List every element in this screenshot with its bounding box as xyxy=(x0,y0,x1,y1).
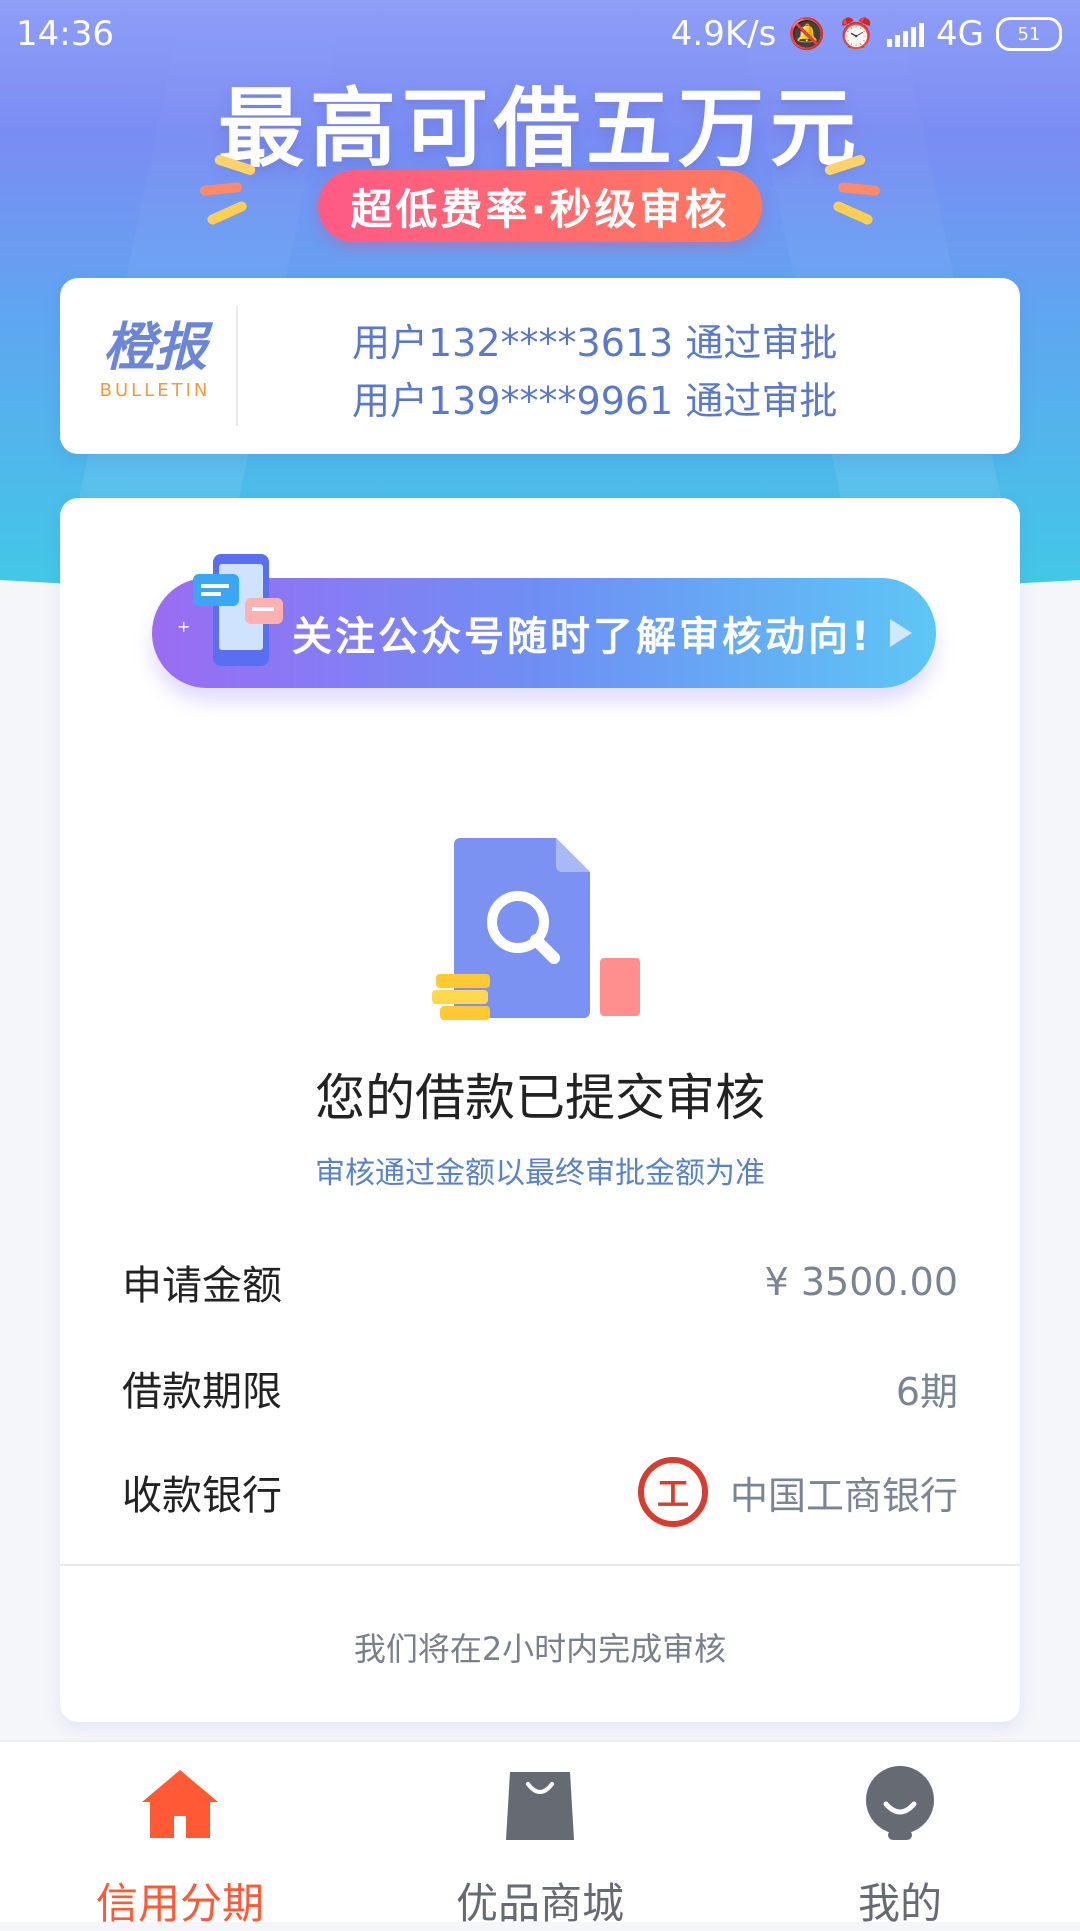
detail-row-amount: 申请金额 ¥ 3500.00 xyxy=(122,1252,958,1312)
svg-text:+: + xyxy=(177,617,190,636)
term-label: 借款期限 xyxy=(122,1369,282,1415)
amount-value: ¥ 3500.00 xyxy=(764,1260,958,1304)
alarm-icon: ⏰ xyxy=(837,16,876,52)
bulletin-line: 用户132****3613 通过审批 xyxy=(352,321,838,365)
status-title: 您的借款已提交审核 xyxy=(315,1069,765,1127)
bank-name: 中国工商银行 xyxy=(729,1473,958,1518)
amount-label: 申请金额 xyxy=(122,1263,282,1309)
follow-banner-text: 关注公众号随时了解审核动向! xyxy=(292,614,873,660)
document-search-icon xyxy=(432,838,640,1020)
tab-mine[interactable]: 我的 xyxy=(720,1742,1080,1928)
network-type: 4G xyxy=(936,14,984,54)
icbc-logo-icon: 工 xyxy=(637,1457,708,1527)
shopping-bag-icon xyxy=(506,1772,574,1840)
signal-icon xyxy=(887,21,925,47)
play-arrow-icon xyxy=(890,619,913,647)
review-time-note: 我们将在2小时内完成审核 xyxy=(353,1630,727,1668)
phone-message-icon: + + xyxy=(177,554,300,666)
tab-label: 我的 xyxy=(857,1879,942,1928)
status-time: 14:36 xyxy=(16,14,114,54)
bulletin-logo: 橙报 BULLETIN xyxy=(90,320,220,401)
bulletin-divider xyxy=(236,306,238,426)
tab-label: 信用分期 xyxy=(95,1879,264,1928)
status-subtitle: 审核通过金额以最终审批金额为准 xyxy=(315,1156,765,1191)
home-icon xyxy=(142,1770,218,1838)
detail-row-bank: 收款银行 工 中国工商银行 xyxy=(122,1457,958,1527)
bulletin-logo-en: BULLETIN xyxy=(99,380,211,401)
bulletin-logo-cn: 橙报 xyxy=(102,318,207,378)
tab-credit-installment[interactable]: 信用分期 xyxy=(0,1742,360,1928)
loan-status-card: 关注公众号随时了解审核动向! + + 您的借款已提交审核 审核通过金额以最终审批… xyxy=(60,498,1020,1722)
svg-text:+: + xyxy=(287,555,300,574)
bank-value-group: 工 中国工商银行 xyxy=(637,1457,958,1527)
battery-level: 51 xyxy=(1017,23,1041,45)
profile-icon xyxy=(866,1766,934,1840)
bulletin-lines: 用户132****3613 通过审批 用户139****9961 通过审批 xyxy=(352,314,837,430)
tab-mall[interactable]: 优品商城 xyxy=(360,1742,720,1928)
bulletin-card: 橙报 BULLETIN 用户132****3613 通过审批 用户139****… xyxy=(60,278,1020,454)
battery-icon: 51 xyxy=(996,17,1062,51)
bottom-tab-bar: 信用分期 优品商城 我的 xyxy=(0,1740,1080,1928)
network-speed: 4.9K/s xyxy=(670,14,777,54)
status-right: 4.9K/s 🔕 ⏰ 4G 51 xyxy=(671,14,1062,54)
mute-icon: 🔕 xyxy=(788,16,826,52)
hero-pill: 超低费率·秒级审核 xyxy=(318,170,762,242)
bank-label: 收款银行 xyxy=(122,1473,282,1519)
bulletin-line: 用户139****9961 通过审批 xyxy=(352,379,838,423)
hero-headline: 最高可借五万元 xyxy=(218,79,862,179)
card-divider xyxy=(60,1564,1020,1566)
term-value: 6期 xyxy=(895,1369,958,1414)
detail-row-term: 借款期限 6期 xyxy=(122,1358,958,1418)
tab-label: 优品商城 xyxy=(455,1879,624,1928)
